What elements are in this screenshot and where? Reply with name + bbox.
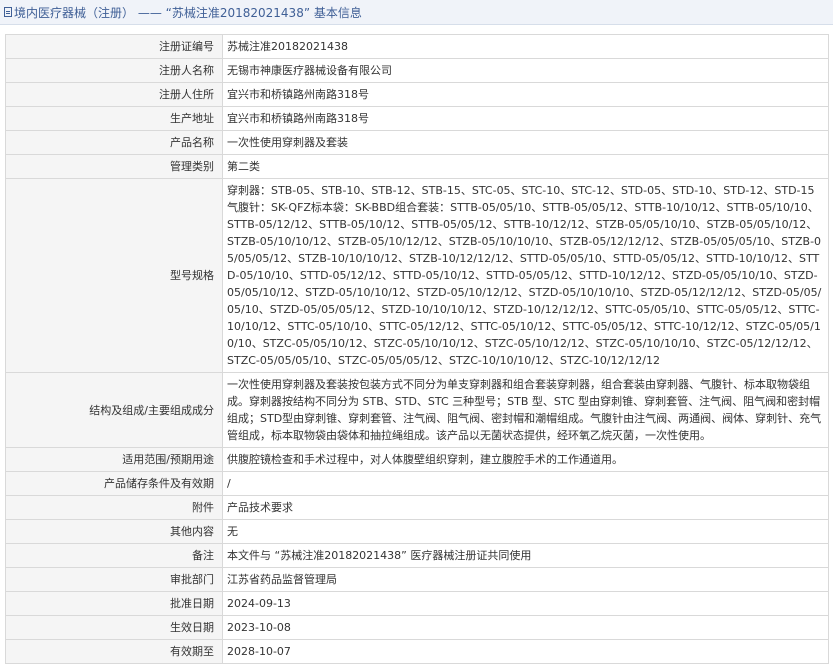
field-value: 宜兴市和桥镇路州南路318号 bbox=[222, 106, 829, 131]
table-row: 适用范围/预期用途 供腹腔镜检查和手术过程中，对人体腹壁组织穿刺，建立腹腔手术的… bbox=[5, 447, 829, 472]
field-value: 产品技术要求 bbox=[222, 495, 829, 520]
field-value: 2023-10-08 bbox=[222, 615, 829, 640]
table-row: 附件 产品技术要求 bbox=[5, 495, 829, 520]
field-label: 注册人名称 bbox=[5, 58, 223, 83]
field-label: 管理类别 bbox=[5, 154, 223, 179]
table-row: 型号规格 穿刺器：STB-05、STB-10、STB-12、STB-15、STC… bbox=[5, 178, 829, 373]
table-row: 备注 本文件与 “苏械注准20182021438” 医疗器械注册证共同使用 bbox=[5, 543, 829, 568]
field-label: 结构及组成/主要组成成分 bbox=[5, 372, 223, 448]
field-value: / bbox=[222, 471, 829, 496]
table-row: 生产地址 宜兴市和桥镇路州南路318号 bbox=[5, 106, 829, 131]
field-value: 第二类 bbox=[222, 154, 829, 179]
field-value: 宜兴市和桥镇路州南路318号 bbox=[222, 82, 829, 107]
table-row: 结构及组成/主要组成成分 一次性使用穿刺器及套装按包装方式不同分为单支穿刺器和组… bbox=[5, 372, 829, 448]
field-label: 批准日期 bbox=[5, 591, 223, 616]
field-label: 备注 bbox=[5, 543, 223, 568]
table-row: 批准日期 2024-09-13 bbox=[5, 591, 829, 616]
field-value: 无锡市神康医疗器械设备有限公司 bbox=[222, 58, 829, 83]
field-value: 供腹腔镜检查和手术过程中，对人体腹壁组织穿刺，建立腹腔手术的工作通道用。 bbox=[222, 447, 829, 472]
field-label: 产品储存条件及有效期 bbox=[5, 471, 223, 496]
table-row: 有效期至 2028-10-07 bbox=[5, 639, 829, 664]
field-value: 江苏省药品监督管理局 bbox=[222, 567, 829, 592]
page-title: 境内医疗器械（注册） —— “苏械注准20182021438” 基本信息 bbox=[14, 5, 362, 20]
field-label: 注册人住所 bbox=[5, 82, 223, 107]
table-row: 注册证编号 苏械注准20182021438 bbox=[5, 34, 829, 59]
table-row: 管理类别 第二类 bbox=[5, 154, 829, 179]
field-value: 本文件与 “苏械注准20182021438” 医疗器械注册证共同使用 bbox=[222, 543, 829, 568]
detail-table: 注册证编号 苏械注准20182021438 注册人名称 无锡市神康医疗器械设备有… bbox=[5, 34, 829, 664]
field-value: 苏械注准20182021438 bbox=[222, 34, 829, 59]
field-value: 无 bbox=[222, 519, 829, 544]
field-value: 2028-10-07 bbox=[222, 639, 829, 664]
field-value: 2024-09-13 bbox=[222, 591, 829, 616]
field-label: 适用范围/预期用途 bbox=[5, 447, 223, 472]
table-row: 产品名称 一次性使用穿刺器及套装 bbox=[5, 130, 829, 155]
field-value: 一次性使用穿刺器及套装按包装方式不同分为单支穿刺器和组合套装穿刺器，组合套装由穿… bbox=[222, 372, 829, 448]
table-row: 产品储存条件及有效期 / bbox=[5, 471, 829, 496]
table-row: 生效日期 2023-10-08 bbox=[5, 615, 829, 640]
field-label: 生产地址 bbox=[5, 106, 223, 131]
field-label: 产品名称 bbox=[5, 130, 223, 155]
field-label: 型号规格 bbox=[5, 178, 223, 373]
document-icon bbox=[4, 7, 12, 17]
field-label: 审批部门 bbox=[5, 567, 223, 592]
page-header: 境内医疗器械（注册） —— “苏械注准20182021438” 基本信息 bbox=[0, 0, 833, 25]
field-value: 一次性使用穿刺器及套装 bbox=[222, 130, 829, 155]
field-label: 附件 bbox=[5, 495, 223, 520]
field-label: 有效期至 bbox=[5, 639, 223, 664]
field-label: 其他内容 bbox=[5, 519, 223, 544]
field-label: 生效日期 bbox=[5, 615, 223, 640]
field-label: 注册证编号 bbox=[5, 34, 223, 59]
table-row: 注册人住所 宜兴市和桥镇路州南路318号 bbox=[5, 82, 829, 107]
table-row: 其他内容 无 bbox=[5, 519, 829, 544]
table-row: 审批部门 江苏省药品监督管理局 bbox=[5, 567, 829, 592]
table-row: 注册人名称 无锡市神康医疗器械设备有限公司 bbox=[5, 58, 829, 83]
field-value: 穿刺器：STB-05、STB-10、STB-12、STB-15、STC-05、S… bbox=[222, 178, 829, 373]
